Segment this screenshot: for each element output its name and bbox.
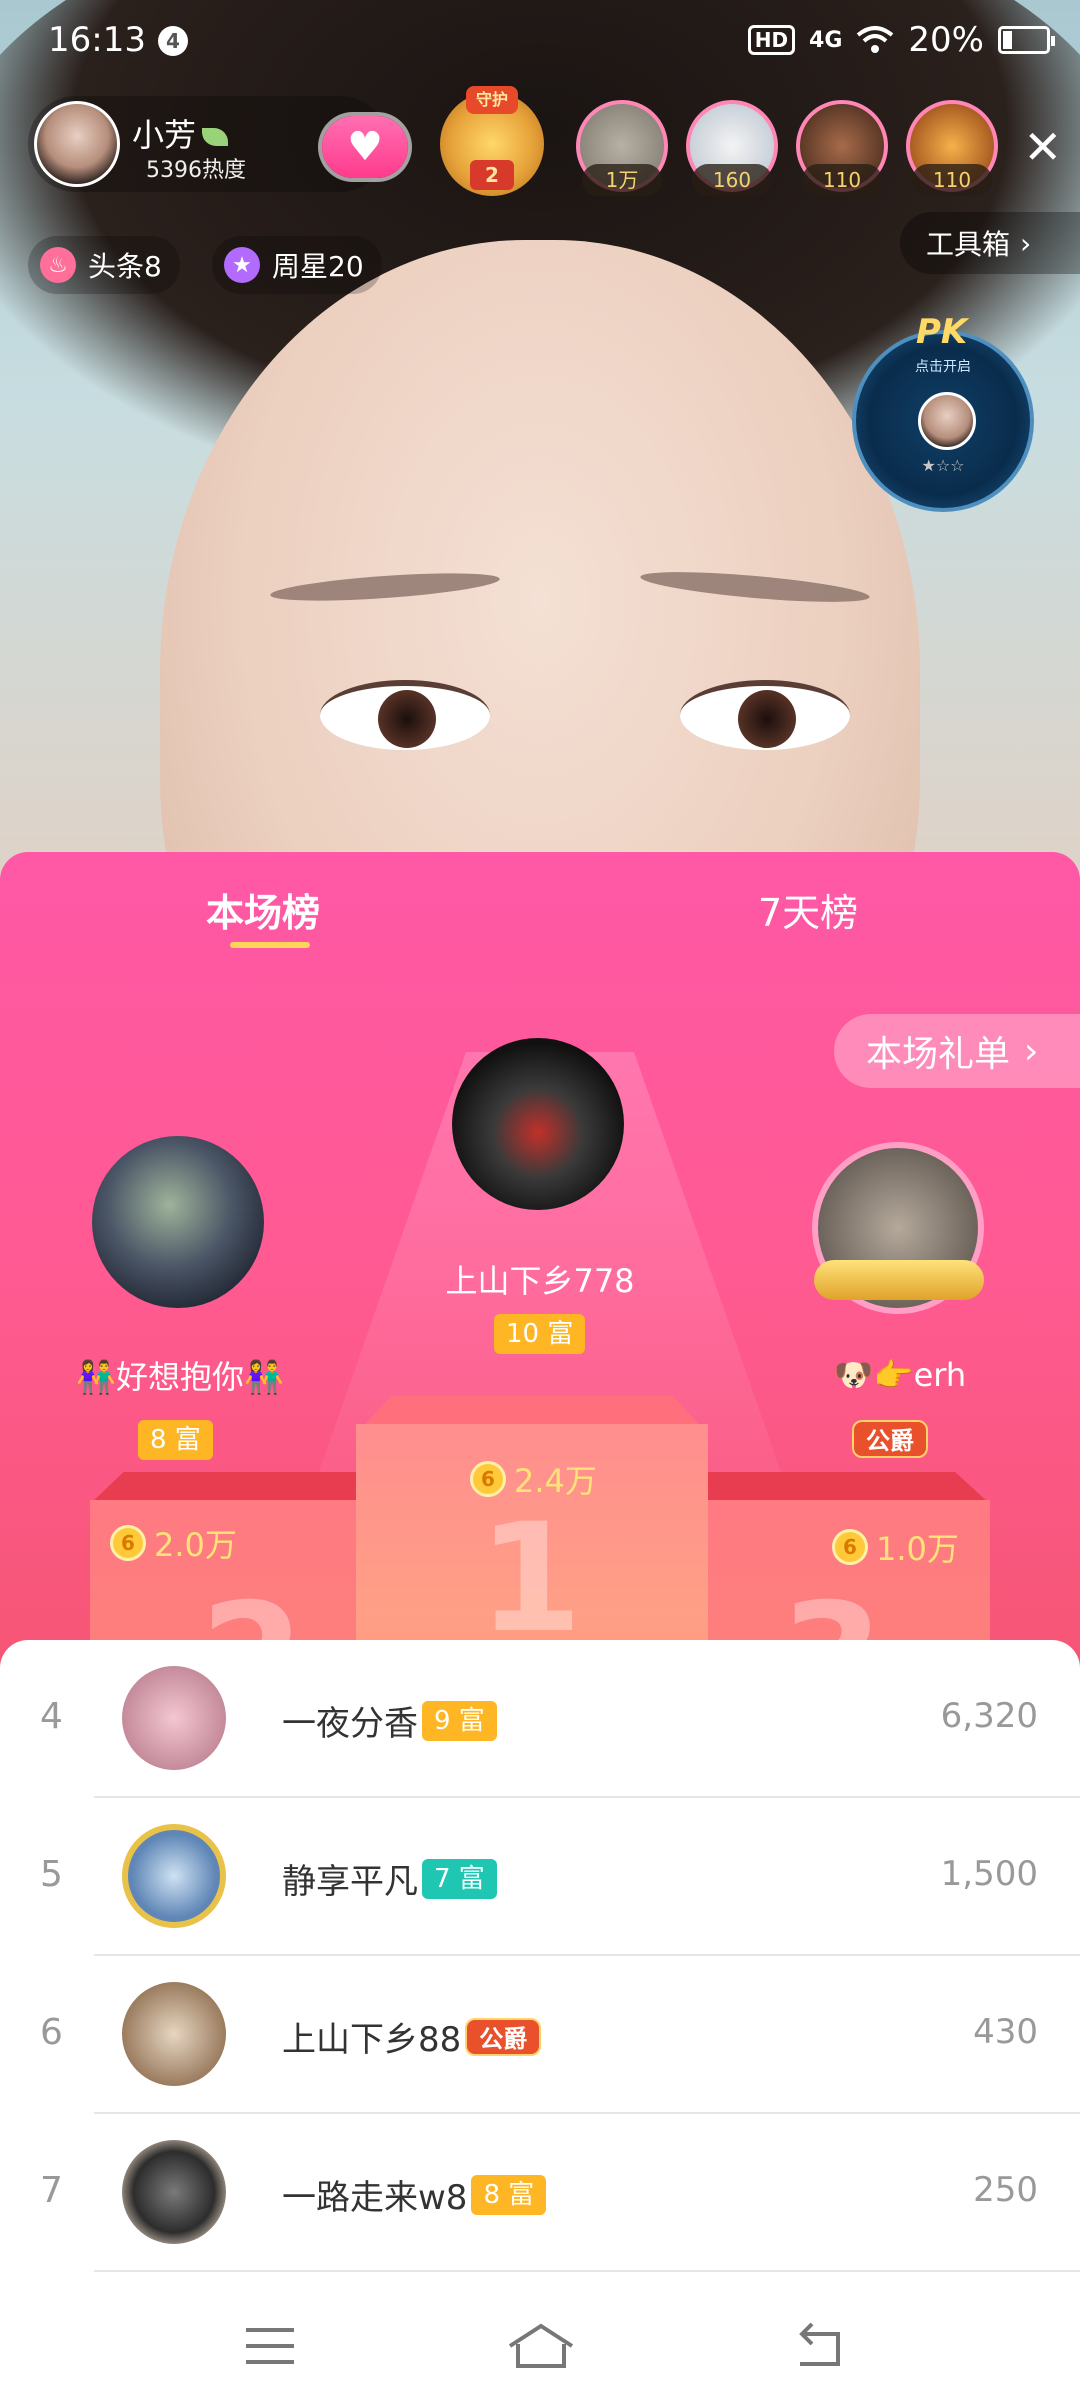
signal-icon: 4G [809, 27, 843, 53]
second-place-badge: 8 富 [138, 1420, 213, 1460]
host-avatar[interactable] [34, 101, 120, 187]
tab-active-indicator [230, 942, 310, 948]
second-place-name: 👫好想抱你👫 [76, 1358, 284, 1396]
chevron-right-icon: › [1020, 226, 1032, 260]
guard-badge[interactable]: 守护 2 [440, 86, 544, 196]
pk-logo: PK [916, 312, 968, 352]
battery-percent: 20% [908, 20, 984, 60]
list-item[interactable]: 6 上山下乡88 公爵 430 [0, 1956, 1080, 2114]
gift-list-button[interactable]: 本场礼单 › [834, 1014, 1080, 1088]
third-place-frame-wings [814, 1260, 984, 1300]
pk-stars: ★☆☆ [921, 456, 965, 475]
fan-count: 160 [692, 164, 772, 196]
coin-icon: 6 [470, 1461, 506, 1497]
rich-badge: 7 富 [422, 1858, 497, 1899]
toolbox-label: 工具箱 [926, 228, 1011, 261]
back-icon[interactable] [790, 2320, 850, 2372]
user-name: 一路走来w8 8 富 [282, 2170, 547, 2219]
follow-button[interactable]: ♥ [322, 116, 408, 178]
system-navigation-bar [0, 2280, 1080, 2408]
rich-badge: 9 富 [422, 1700, 497, 1741]
toolbox-button[interactable]: 工具箱 › [900, 212, 1080, 274]
first-place-badge: 10 富 [494, 1314, 586, 1354]
duke-badge: 公爵 [465, 2017, 542, 2056]
pk-hint: 点击开启 [915, 359, 971, 375]
fan-count: 110 [802, 164, 882, 196]
headline-chip[interactable]: ♨ 头条8 [28, 236, 180, 294]
tab-current-session[interactable]: 本场榜 [206, 882, 320, 937]
contribution-value: 6,320 [940, 1696, 1038, 1736]
status-bar: 16:13 4 HD 4G 20% [0, 0, 1080, 84]
leaf-icon [202, 128, 229, 146]
fan-avatar[interactable]: 160 [686, 100, 778, 196]
rank-number: 5 [40, 1854, 63, 1895]
flame-icon: ♨ [40, 247, 76, 283]
user-avatar[interactable] [122, 2140, 226, 2244]
fan-avatar[interactable]: 1万 [576, 100, 668, 196]
wifi-icon [857, 26, 894, 53]
user-avatar[interactable] [122, 1666, 226, 1770]
contribution-value: 1,500 [940, 1854, 1038, 1894]
coin-icon: 6 [832, 1529, 868, 1565]
battery-icon [998, 26, 1055, 54]
left-eye [320, 680, 490, 750]
third-place-badge: 公爵 [852, 1420, 928, 1458]
coin-icon: 6 [110, 1525, 146, 1561]
menu-icon[interactable] [240, 2320, 300, 2372]
close-icon[interactable]: ✕ [1023, 124, 1062, 170]
fan-count: 1万 [582, 164, 662, 196]
first-place-avatar[interactable] [452, 1038, 624, 1210]
right-eye [680, 680, 850, 750]
star-icon: ★ [224, 247, 260, 283]
home-icon[interactable] [506, 2320, 576, 2372]
host-heat: 5396热度 [146, 158, 246, 183]
rank-number: 6 [40, 2012, 63, 2053]
second-place-score: 6 2.0万 [110, 1520, 237, 1566]
user-name: 上山下乡88 公爵 [282, 2012, 542, 2061]
pk-widget[interactable]: PK 点击开启 ★☆☆ [852, 312, 1034, 512]
status-time: 16:13 [48, 20, 146, 60]
list-item[interactable]: 5 静享平凡 7 富 1,500 [0, 1798, 1080, 1956]
weekly-star-chip[interactable]: ★ 周星20 [212, 236, 382, 294]
third-place-name: 🐶👉erh [833, 1356, 967, 1394]
pk-avatar [918, 392, 976, 450]
tab-7-days[interactable]: 7天榜 [758, 882, 858, 937]
user-avatar[interactable] [122, 1982, 226, 2086]
user-avatar[interactable] [122, 1824, 226, 1928]
user-name: 静享平凡 7 富 [282, 1854, 497, 1903]
notification-count-badge: 4 [158, 26, 188, 56]
fan-avatar[interactable]: 110 [796, 100, 888, 196]
weekly-star-label: 周星20 [272, 250, 364, 283]
rank-number: 4 [40, 1696, 63, 1737]
headline-label: 头条8 [88, 250, 162, 283]
chevron-right-icon: › [1024, 1030, 1039, 1072]
rich-badge: 8 富 [471, 2174, 547, 2215]
first-place-name: 上山下乡778 [445, 1262, 635, 1300]
guard-label: 守护 [466, 86, 518, 114]
gift-list-label: 本场礼单 [866, 1034, 1011, 1075]
contribution-value: 250 [973, 2170, 1038, 2210]
divider [94, 2270, 1080, 2272]
list-item[interactable]: 7 一路走来w8 8 富 250 [0, 2114, 1080, 2272]
first-place-score: 6 2.4万 [470, 1456, 597, 1502]
heart-icon: ♥ [347, 124, 383, 170]
third-place-score: 6 1.0万 [832, 1524, 959, 1570]
second-place-avatar[interactable] [92, 1136, 264, 1308]
fan-count: 110 [912, 164, 992, 196]
guard-count: 2 [470, 160, 514, 190]
contribution-value: 430 [973, 2012, 1038, 2052]
hd-icon: HD [747, 25, 796, 55]
host-name: 小芳 [132, 110, 229, 156]
fan-avatar[interactable]: 110 [906, 100, 998, 196]
ranking-list: 4 一夜分香 9 富 6,320 5 静享平凡 7 富 1,500 6 上山下乡88… [0, 1640, 1080, 2280]
user-name: 一夜分香 9 富 [282, 1696, 497, 1745]
rank-number: 7 [40, 2170, 63, 2211]
list-item[interactable]: 4 一夜分香 9 富 6,320 [0, 1640, 1080, 1798]
